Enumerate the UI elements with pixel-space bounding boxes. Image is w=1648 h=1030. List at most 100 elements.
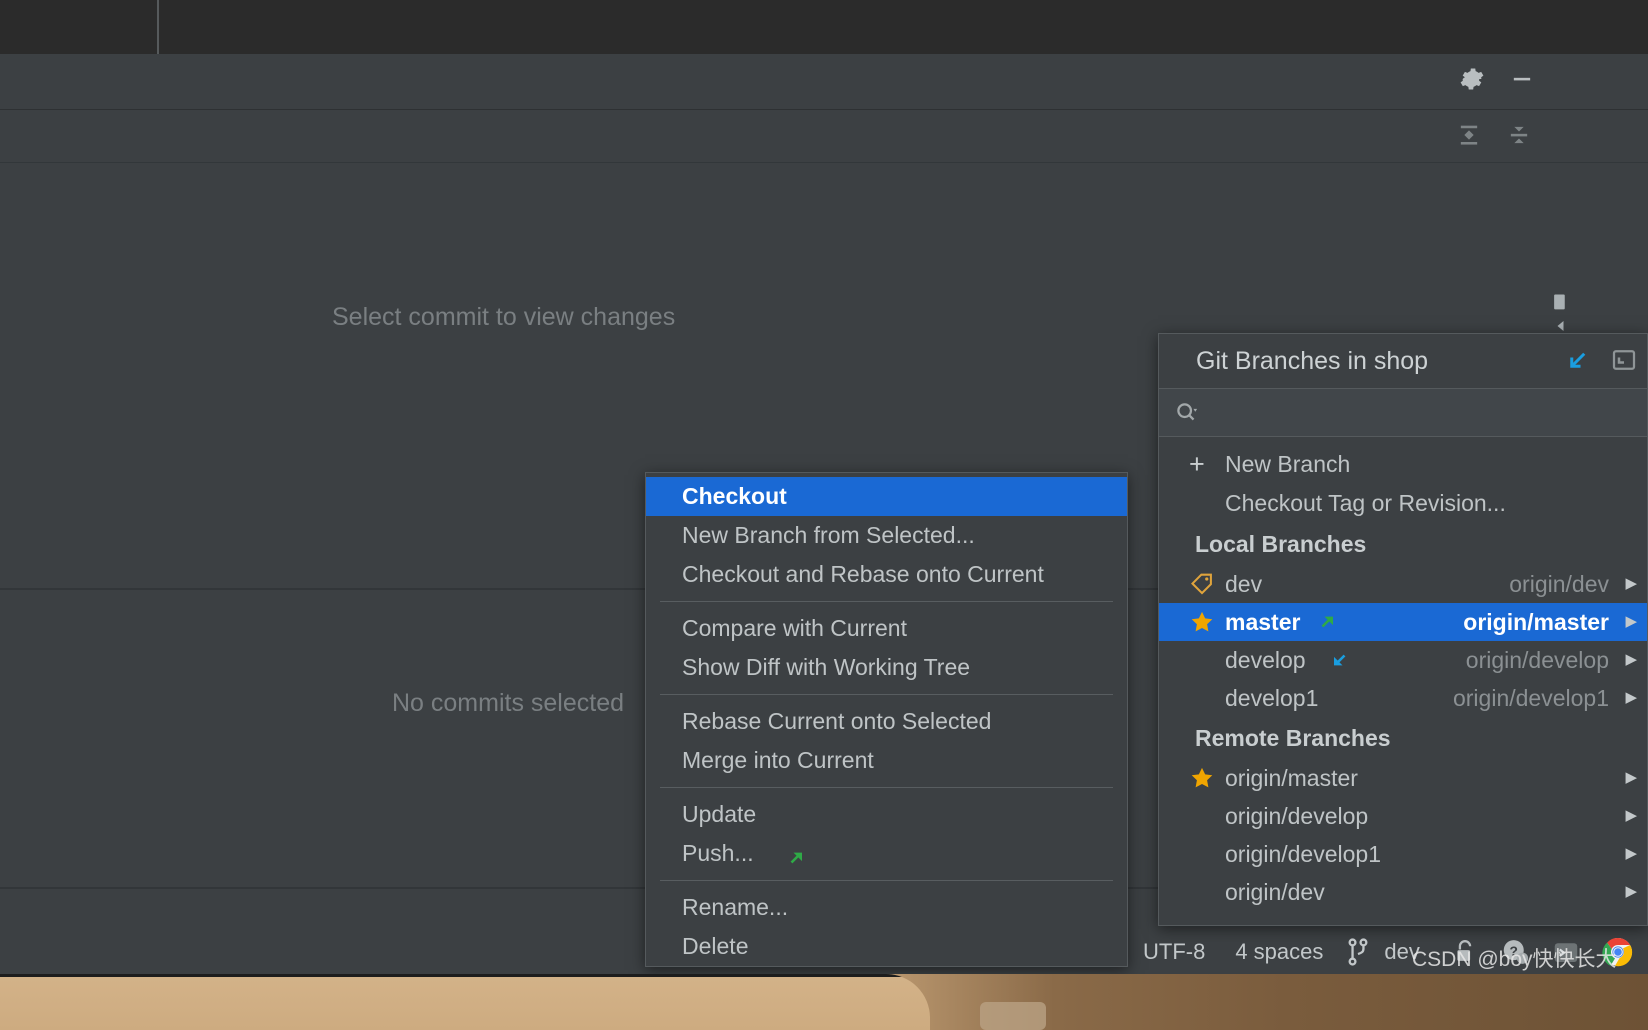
context-menu-item[interactable]: Rebase Current onto Selected xyxy=(646,702,1127,741)
git-branch-section-title: Local Branches xyxy=(1195,531,1367,557)
git-branch-tracking: origin/master xyxy=(1463,609,1609,635)
context-menu-item-label: Checkout xyxy=(682,483,787,509)
git-branches-popup[interactable]: Git Branches in shop + New Branch Checko… xyxy=(1158,333,1648,926)
context-menu-item-label: Rename... xyxy=(682,894,789,920)
branch-context-menu[interactable]: Checkout New Branch from Selected... Check… xyxy=(645,472,1128,967)
top-bar-divider xyxy=(157,0,159,54)
svg-text:?: ? xyxy=(1509,943,1517,958)
git-popup-search[interactable] xyxy=(1159,389,1647,437)
context-menu-separator xyxy=(660,601,1113,602)
chrome-icon[interactable] xyxy=(1588,936,1641,968)
context-menu-item[interactable]: Show Diff with Working Tree xyxy=(646,648,1127,687)
context-menu-item[interactable]: Checkout xyxy=(646,477,1127,516)
lock-icon[interactable] xyxy=(1435,938,1484,966)
context-menu-item-label: Update xyxy=(682,801,757,827)
chevron-right-icon[interactable]: ▶ xyxy=(1625,873,1637,911)
context-menu-item[interactable]: Rename... xyxy=(646,888,1127,927)
push-arrow-icon xyxy=(784,843,808,882)
chevron-right-icon[interactable]: ▶ xyxy=(1625,679,1637,717)
minimize-icon[interactable] xyxy=(1508,65,1536,93)
checkout-arrow-icon[interactable] xyxy=(1563,345,1593,380)
chevron-right-icon[interactable]: ▶ xyxy=(1625,565,1637,603)
plus-icon: + xyxy=(1189,449,1205,479)
status-indent[interactable]: 4 spaces xyxy=(1220,939,1338,965)
git-branch-name: origin/dev xyxy=(1225,879,1325,905)
chevron-right-icon[interactable]: ▶ xyxy=(1625,835,1637,873)
desk-photo-strip xyxy=(0,974,1648,1030)
git-popup-header: Git Branches in shop xyxy=(1159,334,1647,389)
git-branch-row[interactable]: origin/dev ▶ xyxy=(1159,873,1647,911)
status-branch[interactable]: dev xyxy=(1378,939,1434,965)
context-menu-item-label: Show Diff with Working Tree xyxy=(682,654,971,680)
git-branch-tracking: origin/dev xyxy=(1509,571,1609,597)
arrow-up-right-icon xyxy=(1315,603,1339,641)
chevron-right-icon[interactable]: ▶ xyxy=(1625,797,1637,835)
git-branch-name: dev xyxy=(1225,571,1263,597)
git-branch-name: origin/develop1 xyxy=(1225,841,1382,867)
edge-copy-icon[interactable] xyxy=(1552,292,1569,319)
git-branch-row[interactable]: origin/develop ▶ xyxy=(1159,797,1647,835)
git-branch-name: master xyxy=(1225,609,1301,635)
git-branch-row[interactable]: dev origin/dev ▶ xyxy=(1159,565,1647,603)
restore-window-icon[interactable] xyxy=(1609,345,1639,380)
context-menu-item[interactable]: Push... xyxy=(646,834,1127,873)
context-menu-item-label: Push... xyxy=(682,840,754,866)
git-branch-name: origin/develop xyxy=(1225,803,1369,829)
git-popup-action-label: Checkout Tag or Revision... xyxy=(1225,490,1506,516)
git-popup-title: Git Branches in shop xyxy=(1196,347,1429,375)
chevron-right-icon[interactable]: ▶ xyxy=(1625,641,1637,679)
context-menu-item[interactable]: Compare with Current xyxy=(646,609,1127,648)
git-branch-row[interactable]: origin/develop1 ▶ xyxy=(1159,835,1647,873)
context-menu-item-label: Rebase Current onto Selected xyxy=(682,708,992,734)
git-branch-row[interactable]: master origin/master ▶ xyxy=(1159,603,1647,641)
context-menu-item[interactable]: Merge into Current xyxy=(646,741,1127,780)
context-menu-item[interactable]: Delete xyxy=(646,927,1127,966)
status-encoding[interactable]: UTF-8 xyxy=(1128,939,1220,965)
git-branch-row[interactable]: develop origin/develop ▶ xyxy=(1159,641,1647,679)
git-popup-header-icons xyxy=(1563,345,1639,380)
context-menu-separator xyxy=(660,694,1113,695)
context-menu-item[interactable]: New Branch from Selected... xyxy=(646,516,1127,555)
status-bar-items: UTF-8 4 spaces dev ? xyxy=(1128,929,1641,974)
git-popup-action[interactable]: Checkout Tag or Revision... xyxy=(1159,484,1647,523)
git-branch-name: develop1 xyxy=(1225,685,1319,711)
git-popup-action-label: New Branch xyxy=(1225,451,1351,477)
chevron-right-icon[interactable]: ▶ xyxy=(1625,603,1637,641)
git-branch-section-title: Remote Branches xyxy=(1195,725,1391,751)
git-branch-list: + New Branch Checkout Tag or Revision... Lo… xyxy=(1159,437,1647,911)
context-menu-item[interactable]: Update xyxy=(646,795,1127,834)
secondary-toolbar-row xyxy=(0,110,1648,163)
star-icon xyxy=(1189,759,1215,797)
context-menu-separator xyxy=(660,880,1113,881)
context-menu-item-label: Delete xyxy=(682,933,749,959)
context-menu-item-label: Checkout and Rebase onto Current xyxy=(682,561,1044,587)
git-branch-row[interactable]: origin/master ▶ xyxy=(1159,759,1647,797)
context-menu-separator xyxy=(660,787,1113,788)
git-branch-name: develop xyxy=(1225,647,1306,673)
git-branch-icon xyxy=(1338,937,1378,967)
git-branch-name: origin/master xyxy=(1225,765,1358,791)
help-icon[interactable]: ? xyxy=(1484,937,1537,967)
search-input[interactable] xyxy=(1213,398,1617,428)
tag-icon xyxy=(1189,565,1215,603)
chevron-right-icon[interactable]: ▶ xyxy=(1625,759,1637,797)
ide-window: Select commit to view changes No commits… xyxy=(0,0,1648,1030)
git-popup-action[interactable]: + New Branch xyxy=(1159,445,1647,484)
expand-all-icon[interactable] xyxy=(1455,121,1483,149)
star-icon xyxy=(1189,603,1215,641)
collapse-all-icon[interactable] xyxy=(1505,121,1533,149)
context-menu-item[interactable]: Checkout and Rebase onto Current xyxy=(646,555,1127,594)
git-branch-row[interactable]: develop1 origin/develop1 ▶ xyxy=(1159,679,1647,717)
context-menu-item-label: Merge into Current xyxy=(682,747,874,773)
arrow-down-left-icon xyxy=(1328,641,1352,679)
context-menu-item-label: New Branch from Selected... xyxy=(682,522,975,548)
context-menu-item-label: Compare with Current xyxy=(682,615,907,641)
search-icon xyxy=(1173,399,1201,432)
desk-object xyxy=(980,1002,1046,1030)
git-branch-tracking: origin/develop1 xyxy=(1452,685,1609,711)
gear-icon[interactable] xyxy=(1458,65,1486,93)
laptop-edge xyxy=(0,974,930,1030)
git-branch-tracking: origin/develop xyxy=(1465,647,1609,673)
terminal-icon[interactable] xyxy=(1537,937,1588,967)
select-commit-placeholder: Select commit to view changes xyxy=(332,303,676,331)
